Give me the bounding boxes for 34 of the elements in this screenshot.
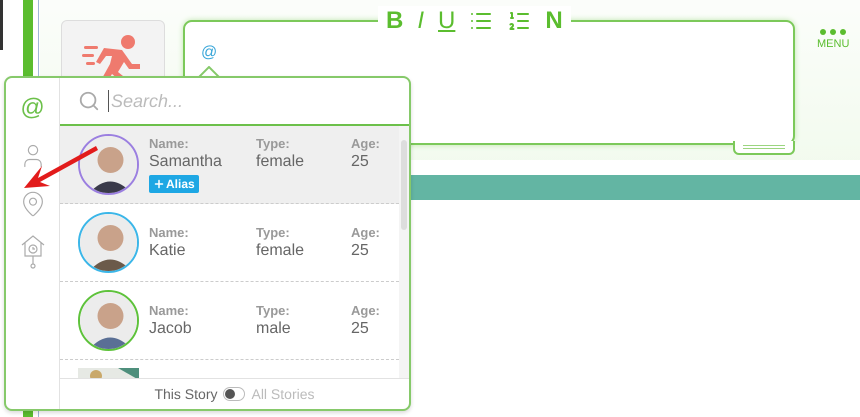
field-value: Jacob bbox=[149, 320, 193, 338]
character-row[interactable]: Name: Samantha Type: female Age: 25 Alias bbox=[60, 126, 399, 204]
add-alias-button[interactable]: Alias bbox=[149, 175, 199, 193]
dots-icon bbox=[818, 28, 848, 36]
field-value: female bbox=[256, 153, 306, 171]
field-value: female bbox=[256, 242, 306, 260]
scrollbar[interactable] bbox=[399, 126, 409, 378]
scope-toggle[interactable] bbox=[223, 387, 246, 401]
field-value: Samantha bbox=[149, 153, 223, 171]
field-value: Katie bbox=[149, 242, 186, 260]
scope-label: All Stories bbox=[251, 386, 315, 402]
plus-icon bbox=[153, 178, 165, 190]
numbers-button[interactable] bbox=[507, 9, 532, 33]
scope-label: This Story bbox=[154, 386, 218, 402]
field-label: Age: bbox=[351, 225, 381, 240]
field-value: 25 bbox=[351, 242, 370, 260]
search-icon bbox=[78, 90, 100, 112]
field-label: Age: bbox=[351, 303, 381, 318]
field-label: Type: bbox=[256, 303, 291, 318]
bold-button[interactable]: B bbox=[386, 7, 404, 35]
field-label: Name: bbox=[149, 303, 190, 318]
resize-handle[interactable] bbox=[733, 141, 795, 155]
normal-button[interactable]: N bbox=[545, 7, 563, 35]
mention-tab[interactable]: @ bbox=[16, 92, 48, 124]
field-value: male bbox=[256, 320, 292, 338]
field-label: Type: bbox=[256, 225, 291, 240]
underline-button[interactable]: U bbox=[438, 7, 456, 35]
field-value: 25 bbox=[351, 153, 370, 171]
field-label: Name: bbox=[149, 225, 190, 240]
field-value: 25 bbox=[351, 320, 370, 338]
editor-text: @ bbox=[201, 44, 218, 61]
numbered-list-icon bbox=[507, 9, 532, 33]
italic-button[interactable]: I bbox=[417, 7, 424, 35]
menu-button[interactable]: MENU bbox=[817, 28, 850, 50]
